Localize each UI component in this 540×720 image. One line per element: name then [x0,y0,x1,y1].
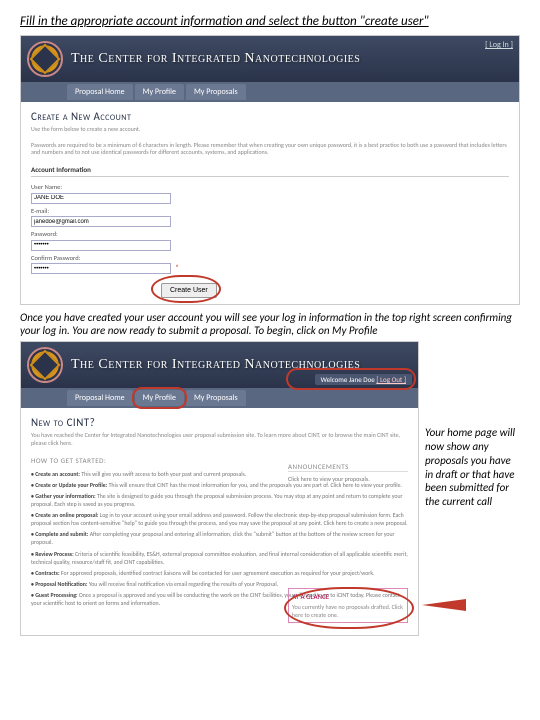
app-title: The Center for Integrated Nanotechnologi… [71,51,360,67]
password-field[interactable] [31,240,171,251]
announcements-box: ANNOUNCEMENTS Click here to view your pr… [288,462,408,483]
label-username: User Name: [31,183,509,191]
create-user-button[interactable]: Create User [161,283,217,298]
app-banner: The Center for Integrated Nanotechnologi… [21,342,418,388]
screenshot-home-page: The Center for Integrated Nanotechnologi… [20,341,419,636]
intro-text: You have reached the Center for Integrat… [31,432,408,448]
app-title: The Center for Integrated Nanotechnologi… [71,357,360,373]
password-rule: Passwords are required to be a minimum o… [31,142,509,158]
at-a-glance-box: AT A GLANCE You currently have no propos… [288,588,408,623]
tab-my-profile[interactable]: My Profile [135,390,184,406]
login-link[interactable]: [ Log In ] [485,40,513,50]
tab-my-proposals[interactable]: My Proposals [186,390,246,406]
screenshot-create-account: The Center for Integrated Nanotechnologi… [20,35,520,305]
app-banner: The Center for Integrated Nanotechnologi… [21,36,519,82]
tab-my-proposals[interactable]: My Proposals [186,84,246,100]
tab-proposal-home[interactable]: Proposal Home [67,390,133,406]
cint-logo-icon [27,347,63,383]
logout-link[interactable]: [ Log Out ] [376,375,406,384]
nav-bar: Proposal Home My Profile My Proposals [21,82,519,102]
tab-my-profile[interactable]: My Profile [135,84,184,100]
email-field[interactable] [31,216,171,227]
cint-logo-icon [27,41,63,77]
username-field[interactable] [31,193,171,204]
section-heading: Account Information [31,165,509,177]
label-password: Password: [31,230,509,238]
nav-bar: Proposal Home My Profile My Proposals [21,388,418,408]
tab-proposal-home[interactable]: Proposal Home [67,84,133,100]
welcome-badge: Welcome Jane Doe [ Log Out ] [315,374,412,385]
annotation-arrow-icon [422,599,466,611]
intro-text: Use the form below to create a new accou… [31,126,509,134]
page-title: Create a New Account [31,110,509,123]
instruction-step1: Fill in the appropriate account informat… [20,14,520,31]
side-note: Your home page will now show any proposa… [425,426,520,509]
instruction-step2: Once you have created your user account … [20,311,520,337]
confirm-password-field[interactable] [31,263,171,274]
required-icon: * [175,263,179,273]
page-title: New to CINT? [31,416,408,429]
label-confirm-password: Confirm Password: [31,254,509,262]
label-email: E-mail: [31,207,509,215]
